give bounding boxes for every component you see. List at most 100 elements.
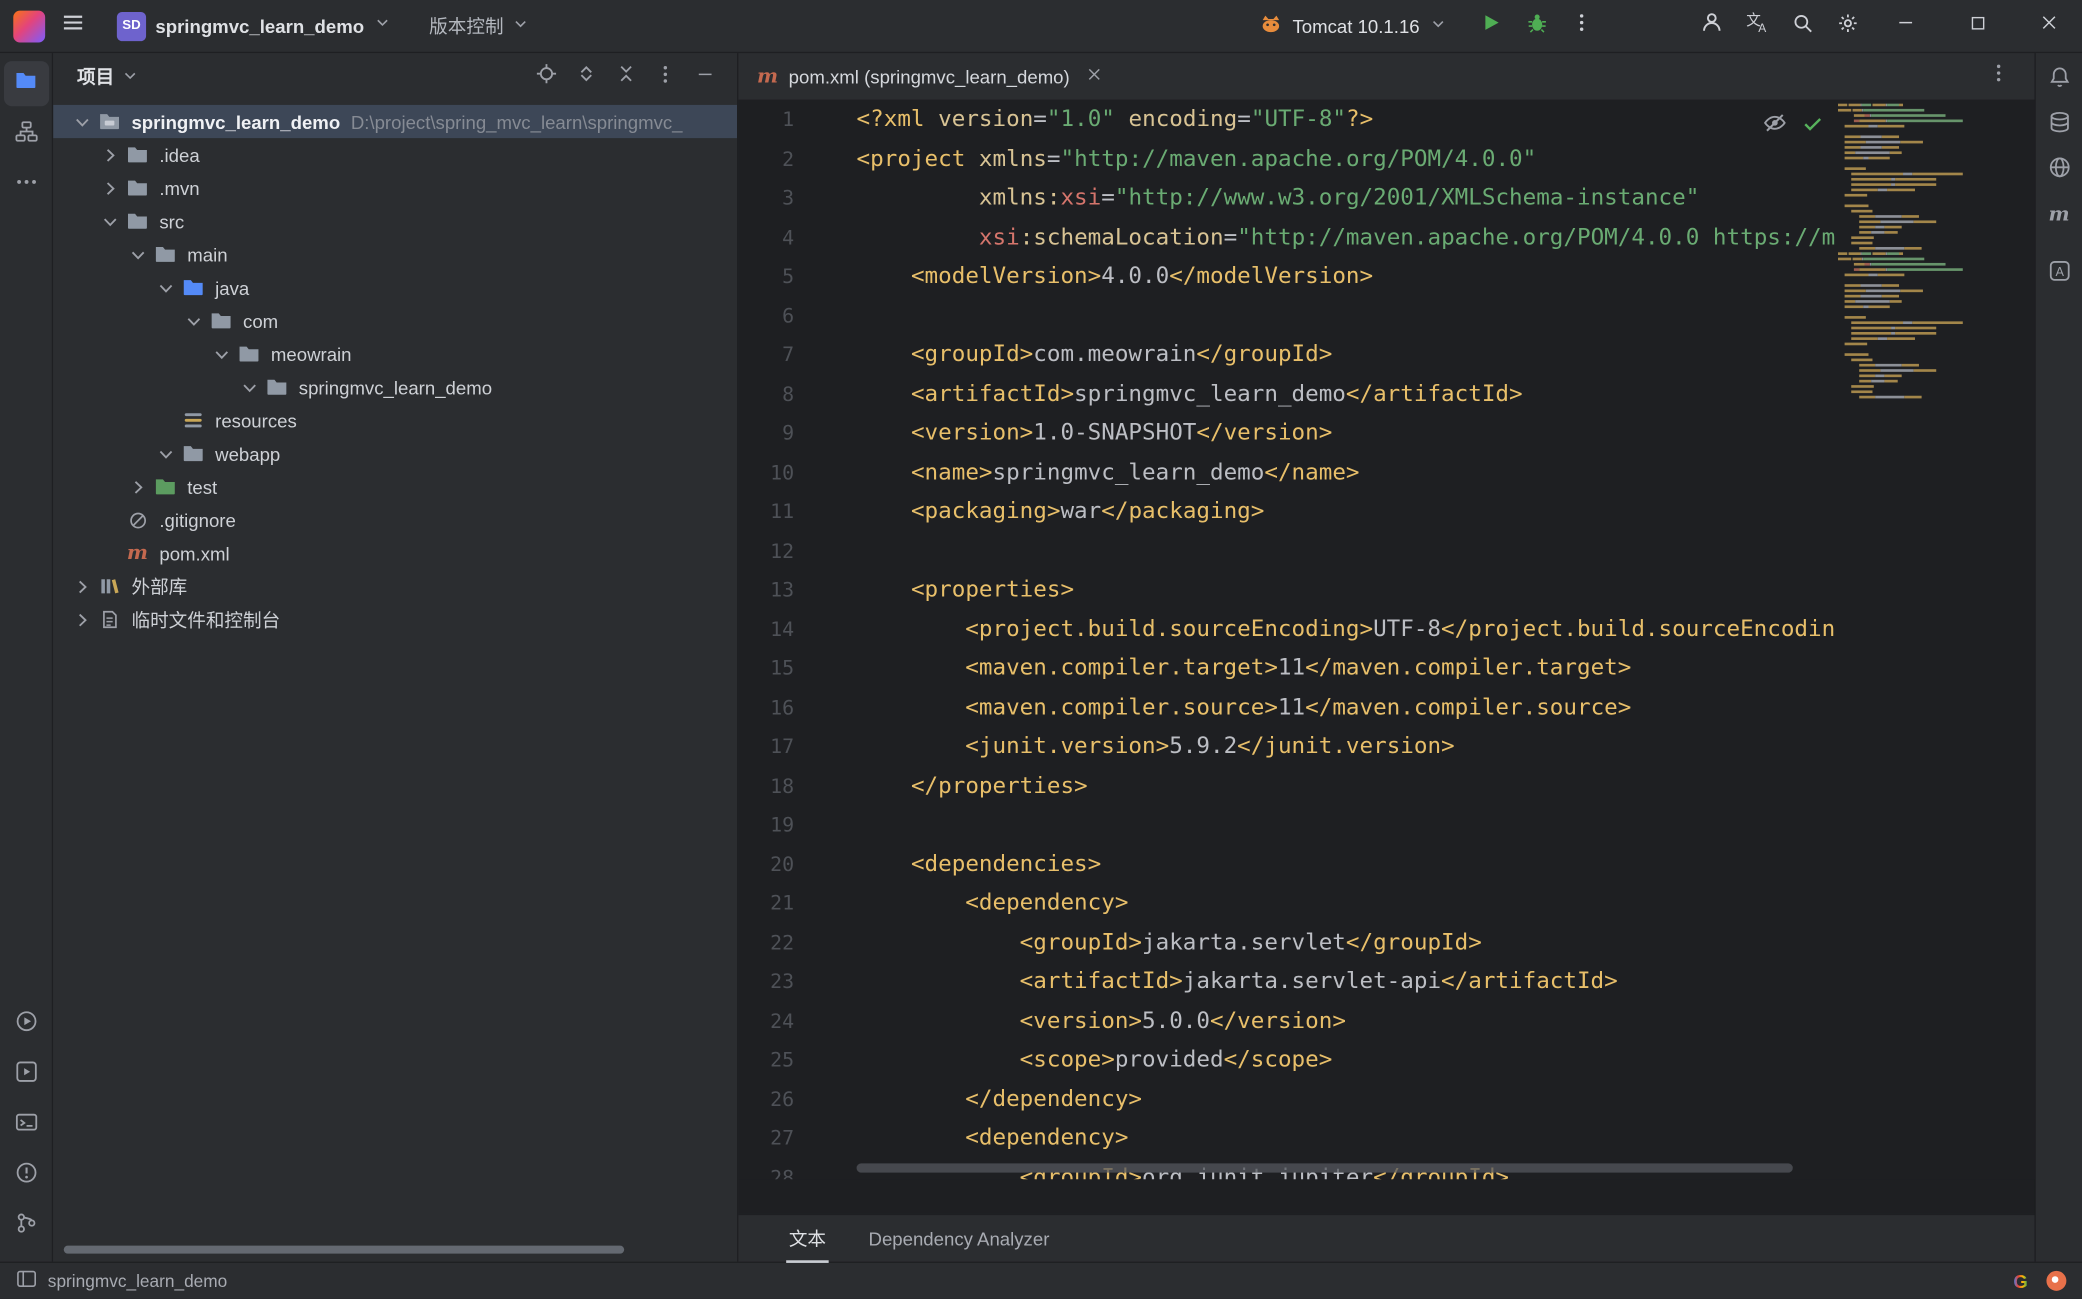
search-everywhere-button[interactable]: [1782, 6, 1822, 46]
line-number[interactable]: 11: [738, 493, 856, 532]
line-number[interactable]: 15: [738, 649, 856, 688]
line-number[interactable]: 3: [738, 179, 856, 218]
tree-item-scratches[interactable]: 临时文件和控制台: [53, 603, 737, 636]
tree-item-java[interactable]: java: [53, 271, 737, 304]
code-line-13[interactable]: 13 <properties>: [738, 571, 2034, 610]
expand-all-button[interactable]: [567, 58, 604, 95]
chevron-down-icon[interactable]: [97, 210, 124, 231]
line-number[interactable]: 18: [738, 767, 856, 806]
tree-item-meowrain[interactable]: meowrain: [53, 337, 737, 370]
run-button[interactable]: [1471, 6, 1511, 46]
code-line-24[interactable]: 24 <version>5.0.0</version>: [738, 1002, 2034, 1041]
project-tree-horizontal-scrollbar[interactable]: [64, 1246, 624, 1254]
close-button[interactable]: [2016, 0, 2082, 52]
line-number[interactable]: 26: [738, 1080, 856, 1119]
code-line-17[interactable]: 17 <junit.version>5.9.2</junit.version>: [738, 728, 2034, 767]
chevron-down-icon[interactable]: [153, 277, 180, 298]
chevron-right-icon[interactable]: [69, 609, 96, 630]
chevron-right-icon[interactable]: [97, 144, 124, 165]
line-number[interactable]: 25: [738, 1041, 856, 1080]
line-number[interactable]: 4: [738, 218, 856, 257]
tool-window-version-control-button[interactable]: [3, 1203, 48, 1248]
code-line-21[interactable]: 21 <dependency>: [738, 884, 2034, 923]
tool-window-services-button[interactable]: [3, 1052, 48, 1097]
tree-item-mvn[interactable]: .mvn: [53, 171, 737, 204]
line-number[interactable]: 16: [738, 689, 856, 728]
tool-window-project-button[interactable]: [3, 61, 48, 106]
line-number[interactable]: 17: [738, 728, 856, 767]
tool-window-more-button[interactable]: [3, 162, 48, 207]
tree-item-webapp[interactable]: webapp: [53, 437, 737, 470]
project-view-selector[interactable]: 项目: [77, 64, 139, 91]
tree-item-src[interactable]: src: [53, 205, 737, 238]
right-bar-maven-button[interactable]: m: [2038, 194, 2080, 236]
panel-options-button[interactable]: [647, 58, 684, 95]
tree-item-pom[interactable]: mpom.xml: [53, 537, 737, 570]
code-line-22[interactable]: 22 <groupId>jakarta.servlet</groupId>: [738, 924, 2034, 963]
code-with-me-button[interactable]: [1692, 6, 1732, 46]
tree-item-gitignore[interactable]: .gitignore: [53, 503, 737, 536]
tree-item-main[interactable]: main: [53, 238, 737, 271]
editor-tab-pom-xml[interactable]: m pom.xml (springmvc_learn_demo): [738, 52, 1117, 100]
line-number[interactable]: 22: [738, 924, 856, 963]
right-bar-notifications-button[interactable]: [2038, 58, 2080, 100]
more-actions-button[interactable]: [1562, 6, 1602, 46]
code-minimap[interactable]: [1838, 104, 2024, 401]
tree-item-external-libraries[interactable]: 外部库: [53, 570, 737, 603]
tool-window-run-button[interactable]: [3, 1001, 48, 1046]
chevron-down-icon[interactable]: [153, 443, 180, 464]
line-number[interactable]: 8: [738, 375, 856, 414]
debug-button[interactable]: [1517, 6, 1557, 46]
code-line-26[interactable]: 26 </dependency>: [738, 1080, 2034, 1119]
line-number[interactable]: 23: [738, 963, 856, 1002]
chevron-down-icon[interactable]: [125, 244, 152, 265]
tab-close-button[interactable]: [1080, 63, 1107, 90]
tree-item-resources[interactable]: resources: [53, 404, 737, 437]
minimize-button[interactable]: [1872, 0, 1938, 52]
chevron-right-icon[interactable]: [97, 177, 124, 198]
right-bar-web-button[interactable]: [2038, 149, 2080, 191]
line-number[interactable]: 12: [738, 532, 856, 571]
line-number[interactable]: 24: [738, 1002, 856, 1041]
right-bar-translation-button[interactable]: A: [2038, 252, 2080, 294]
settings-button[interactable]: [1827, 6, 1867, 46]
line-number[interactable]: 21: [738, 884, 856, 923]
line-number[interactable]: 28: [738, 1159, 856, 1180]
bottom-tab-text[interactable]: 文本: [773, 1214, 842, 1262]
code-line-12[interactable]: 12: [738, 532, 2034, 571]
line-number[interactable]: 1: [738, 101, 856, 140]
chevron-down-icon[interactable]: [208, 343, 235, 364]
editor-horizontal-scrollbar[interactable]: [857, 1163, 1793, 1172]
tool-window-terminal-button[interactable]: [3, 1102, 48, 1147]
line-number[interactable]: 19: [738, 806, 856, 845]
bottom-tab-dependency-analyzer[interactable]: Dependency Analyzer: [853, 1214, 1066, 1262]
tree-item-pkg-springmvc-learn-demo[interactable]: springmvc_learn_demo: [53, 371, 737, 404]
line-number[interactable]: 2: [738, 140, 856, 179]
line-number[interactable]: 20: [738, 845, 856, 884]
code-line-27[interactable]: 27 <dependency>: [738, 1120, 2034, 1159]
line-number[interactable]: 6: [738, 297, 856, 336]
chevron-right-icon[interactable]: [69, 576, 96, 597]
code-line-16[interactable]: 16 <maven.compiler.source>11</maven.comp…: [738, 689, 2034, 728]
editor-tabs-options-button[interactable]: [1979, 56, 2019, 96]
code-line-11[interactable]: 11 <packaging>war</packaging>: [738, 493, 2034, 532]
tree-item-com[interactable]: com: [53, 304, 737, 337]
tree-item-idea[interactable]: .idea: [53, 138, 737, 171]
line-number[interactable]: 9: [738, 414, 856, 453]
code-line-9[interactable]: 9 <version>1.0-SNAPSHOT</version>: [738, 414, 2034, 453]
line-number[interactable]: 7: [738, 336, 856, 375]
inspection-widget[interactable]: [1762, 110, 1824, 142]
locate-file-button[interactable]: [527, 58, 564, 95]
code-viewport[interactable]: 1<?xml version="1.0" encoding="UTF-8"?>2…: [738, 101, 2034, 1179]
plugin-notification-icon[interactable]: [2046, 1271, 2066, 1291]
right-bar-database-button[interactable]: [2038, 104, 2080, 146]
code-line-20[interactable]: 20 <dependencies>: [738, 845, 2034, 884]
code-line-10[interactable]: 10 <name>springmvc_learn_demo</name>: [738, 454, 2034, 493]
chevron-down-icon[interactable]: [236, 376, 263, 397]
code-line-18[interactable]: 18 </properties>: [738, 767, 2034, 806]
chevron-down-icon[interactable]: [69, 111, 96, 132]
line-number[interactable]: 10: [738, 454, 856, 493]
chevron-right-icon[interactable]: [125, 476, 152, 497]
main-menu-button[interactable]: [53, 6, 93, 46]
line-number[interactable]: 27: [738, 1120, 856, 1159]
